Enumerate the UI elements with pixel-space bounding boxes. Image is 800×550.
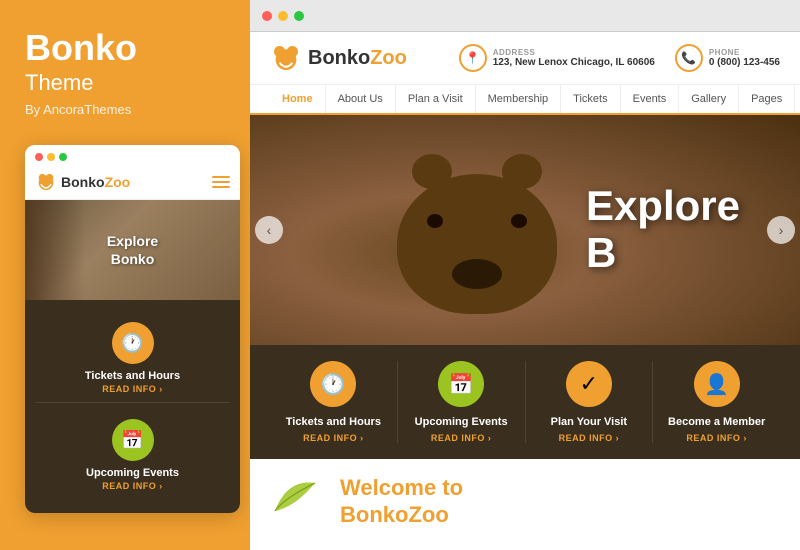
mobile-logo-bonko: Bonko	[61, 174, 105, 190]
mobile-dot-yellow	[47, 153, 55, 161]
phone-icon: 📞	[675, 44, 703, 72]
bear-head	[397, 174, 557, 314]
info-link-member[interactable]: READ INFO ›	[686, 433, 747, 443]
info-card-visit: ✓ Plan Your Visit READ INFO ›	[526, 361, 654, 443]
contact-phone-text: PHONE 0 (800) 123-456	[709, 48, 780, 68]
site-logo: BonkoZoo	[270, 42, 407, 74]
site-contact: 📍 ADDRESS 123, New Lenox Chicago, IL 606…	[459, 44, 780, 72]
info-link-visit[interactable]: READ INFO ›	[559, 433, 620, 443]
mobile-dot-red	[35, 153, 43, 161]
mobile-card-events: 📅 Upcoming Events READ INFO ›	[35, 411, 230, 499]
nav-events[interactable]: Events	[621, 85, 680, 113]
hero-title-line2: B	[586, 229, 740, 277]
right-panel: BonkoZoo 📍 ADDRESS 123, New Lenox Chicag…	[250, 0, 800, 550]
mobile-hero-line2: Bonko	[107, 250, 158, 268]
nav-plan[interactable]: Plan a Visit	[396, 85, 476, 113]
phone-value: 0 (800) 123-456	[709, 57, 780, 68]
contact-address: 📍 ADDRESS 123, New Lenox Chicago, IL 606…	[459, 44, 655, 72]
mobile-header: BonkoZoo	[25, 165, 240, 200]
mobile-bear-silhouette	[25, 200, 85, 300]
hamburger-icon[interactable]	[212, 176, 230, 188]
hero-title-line1: Explore	[586, 183, 740, 229]
info-cards: 🕐 Tickets and Hours READ INFO › 📅 Upcomi…	[250, 345, 800, 459]
slider-next-button[interactable]: ›	[767, 216, 795, 244]
nav-tickets[interactable]: Tickets	[561, 85, 620, 113]
mobile-mockup: BonkoZoo Explore Bonko 🕐 Tickets and Hou…	[25, 145, 240, 513]
leaf-decoration-icon	[270, 475, 320, 515]
info-title-tickets: Tickets and Hours	[286, 415, 381, 429]
brand-title: Bonko	[25, 30, 137, 66]
mobile-dot-green	[59, 153, 67, 161]
bear-illustration	[397, 174, 557, 314]
mobile-card-icon-tickets: 🕐	[112, 322, 154, 364]
bear-ear-left	[412, 154, 452, 189]
info-link-tickets[interactable]: READ INFO ›	[303, 433, 364, 443]
info-title-visit: Plan Your Visit	[551, 415, 627, 429]
site-logo-bonko: Bonko	[308, 47, 370, 70]
phone-label: PHONE	[709, 48, 780, 57]
browser-dot-red	[262, 11, 272, 21]
bear-eye-left	[427, 214, 443, 228]
mobile-card-link-events[interactable]: READ INFO ›	[102, 481, 163, 491]
site-header: BonkoZoo 📍 ADDRESS 123, New Lenox Chicag…	[250, 32, 800, 85]
site-hero: Explore B ‹ ›	[250, 115, 800, 345]
welcome-line2: BonkoZoo	[340, 502, 449, 527]
mobile-card-icon-events: 📅	[112, 419, 154, 461]
welcome-heading: Welcome to BonkoZoo	[340, 475, 463, 528]
site-logo-icon	[270, 42, 302, 74]
info-title-events: Upcoming Events	[415, 415, 508, 429]
bear-nose	[452, 259, 502, 289]
mobile-hero-text: Explore Bonko	[107, 232, 158, 268]
brand-subtitle: Theme	[25, 70, 93, 96]
nav-membership[interactable]: Membership	[476, 85, 562, 113]
bear-ear-right	[502, 154, 542, 189]
info-card-tickets: 🕐 Tickets and Hours READ INFO ›	[270, 361, 398, 443]
info-title-member: Become a Member	[668, 415, 765, 429]
info-icon-member: 👤	[694, 361, 740, 407]
mobile-hero-line1: Explore	[107, 232, 158, 250]
address-label: ADDRESS	[493, 48, 655, 57]
mobile-logo-zoo: Zoo	[105, 174, 131, 190]
contact-phone: 📞 PHONE 0 (800) 123-456	[675, 44, 780, 72]
nav-pages[interactable]: Pages	[739, 85, 795, 113]
hero-text: Explore B	[586, 183, 740, 277]
mobile-hero: Explore Bonko	[25, 200, 240, 300]
info-icon-events: 📅	[438, 361, 484, 407]
info-card-events: 📅 Upcoming Events READ INFO ›	[398, 361, 526, 443]
location-icon: 📍	[459, 44, 487, 72]
welcome-line1: Welcome to	[340, 475, 463, 500]
nav-home[interactable]: Home	[270, 85, 326, 113]
welcome-section: Welcome to BonkoZoo	[250, 459, 800, 544]
info-icon-tickets: 🕐	[310, 361, 356, 407]
brand-by: By AncoraThemes	[25, 102, 131, 117]
address-value: 123, New Lenox Chicago, IL 60606	[493, 57, 655, 68]
nav-gallery[interactable]: Gallery	[679, 85, 739, 113]
browser-dot-yellow	[278, 11, 288, 21]
slider-prev-button[interactable]: ‹	[255, 216, 283, 244]
welcome-text: Welcome to BonkoZoo	[340, 475, 463, 528]
site-nav: Home About Us Plan a Visit Membership Ti…	[250, 85, 800, 115]
info-link-events[interactable]: READ INFO ›	[431, 433, 492, 443]
left-panel: Bonko Theme By AncoraThemes BonkoZoo	[0, 0, 250, 550]
nav-contacts[interactable]: Contacts	[795, 85, 800, 113]
mobile-card-tickets: 🕐 Tickets and Hours READ INFO ›	[35, 314, 230, 403]
browser-chrome	[250, 0, 800, 32]
mobile-logo: BonkoZoo	[35, 171, 130, 193]
nav-about[interactable]: About Us	[326, 85, 396, 113]
mobile-titlebar	[25, 145, 240, 165]
mobile-card-title-events: Upcoming Events	[86, 467, 179, 479]
info-icon-visit: ✓	[566, 361, 612, 407]
bear-eye-right	[511, 214, 527, 228]
site-logo-zoo: Zoo	[370, 47, 407, 70]
mobile-logo-icon	[35, 171, 57, 193]
info-card-member: 👤 Become a Member READ INFO ›	[653, 361, 780, 443]
contact-address-text: ADDRESS 123, New Lenox Chicago, IL 60606	[493, 48, 655, 68]
mobile-card-title-tickets: Tickets and Hours	[85, 370, 180, 382]
mobile-card-link-tickets[interactable]: READ INFO ›	[102, 384, 163, 394]
browser-dot-green	[294, 11, 304, 21]
mobile-cards: 🕐 Tickets and Hours READ INFO › 📅 Upcomi…	[25, 300, 240, 513]
mobile-dots	[35, 153, 67, 161]
